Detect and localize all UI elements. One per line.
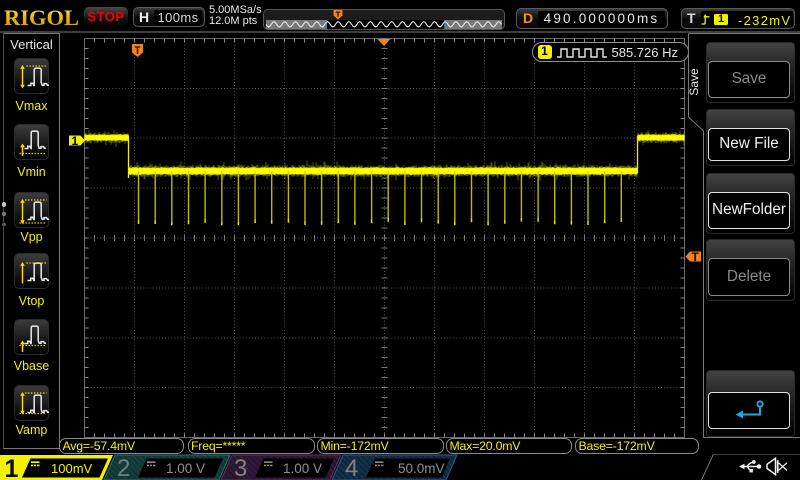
svg-text:1.00 V: 1.00 V: [166, 461, 205, 476]
svg-text:3: 3: [234, 455, 247, 480]
svg-text:4: 4: [345, 455, 358, 480]
svg-text:1: 1: [5, 455, 19, 480]
svg-text:2: 2: [117, 455, 130, 480]
svg-text:100mV: 100mV: [51, 461, 93, 476]
svg-text:1.00 V: 1.00 V: [283, 461, 322, 476]
svg-text:50.0mV: 50.0mV: [398, 461, 445, 476]
